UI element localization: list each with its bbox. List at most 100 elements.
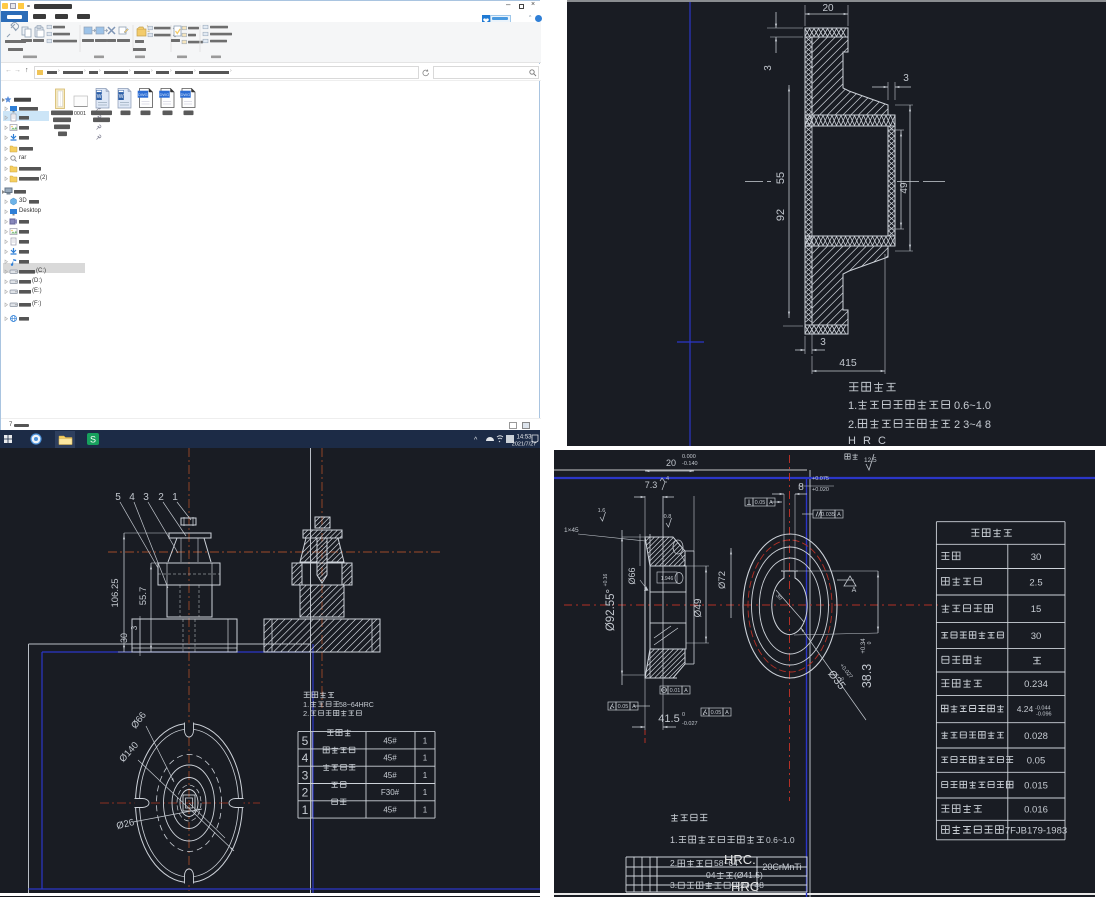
svg-text:A: A: [769, 500, 773, 506]
svg-text:58~64HRC: 58~64HRC: [339, 702, 374, 709]
svg-text:1: 1: [423, 771, 428, 780]
svg-text:15: 15: [1031, 604, 1042, 615]
svg-text:3: 3: [763, 65, 774, 71]
svg-text:A: A: [684, 688, 688, 694]
svg-text:W: W: [97, 94, 102, 100]
svg-text:0.6~1.0: 0.6~1.0: [954, 400, 991, 412]
svg-text:0.028: 0.028: [1024, 731, 1048, 742]
svg-text:^: ^: [474, 437, 478, 444]
svg-text:-0.140: -0.140: [682, 461, 698, 467]
svg-text:2: 2: [302, 786, 309, 800]
svg-text:HRC: HRC: [731, 879, 759, 894]
svg-text:0: 0: [682, 712, 685, 718]
svg-text:+0.34: +0.34: [861, 638, 867, 654]
svg-text:0001: 0001: [74, 111, 86, 117]
svg-text:41.5: 41.5: [658, 713, 679, 725]
svg-text:2.5: 2.5: [1029, 577, 1042, 588]
svg-text:Ø72: Ø72: [717, 571, 728, 589]
svg-text:20: 20: [822, 3, 834, 14]
svg-text:3: 3: [130, 625, 139, 630]
svg-text:5: 5: [115, 492, 121, 503]
svg-text:0.035: 0.035: [821, 512, 835, 518]
svg-text:A: A: [852, 587, 857, 594]
svg-text:W: W: [119, 94, 124, 100]
svg-text:4: 4: [129, 492, 135, 503]
svg-text:DWG: DWG: [160, 92, 170, 97]
svg-text:4: 4: [302, 751, 309, 765]
svg-text:106.25: 106.25: [110, 578, 121, 607]
svg-text:Ø92.55°: Ø92.55°: [605, 589, 617, 631]
svg-text:20: 20: [666, 458, 676, 468]
svg-text:30: 30: [1031, 552, 1042, 563]
svg-text:H R C: H R C: [848, 435, 888, 446]
svg-text:12.5: 12.5: [864, 457, 877, 464]
svg-text:1.: 1.: [670, 835, 678, 845]
svg-text:HRC.: HRC.: [724, 852, 756, 867]
svg-text:1.: 1.: [848, 400, 857, 412]
svg-text:7.3: 7.3: [645, 480, 658, 490]
svg-text:2 3~4 8: 2 3~4 8: [954, 419, 991, 431]
svg-text:+0.075: +0.075: [812, 476, 829, 482]
svg-text:-0.027: -0.027: [682, 721, 698, 727]
svg-text:1: 1: [423, 754, 428, 763]
svg-text:1.946: 1.946: [661, 576, 674, 582]
svg-text:0.000: 0.000: [682, 454, 696, 460]
svg-text:0.05: 0.05: [711, 710, 722, 716]
svg-text:1: 1: [172, 492, 178, 503]
svg-text:0.234: 0.234: [1024, 679, 1048, 690]
svg-text:3: 3: [302, 768, 309, 782]
svg-text:4.24: 4.24: [1017, 704, 1034, 714]
svg-text:3: 3: [903, 73, 909, 84]
svg-text:3.: 3.: [670, 880, 677, 890]
svg-text:4: 4: [666, 476, 669, 482]
svg-text:0: 0: [867, 641, 873, 644]
svg-text:45#: 45#: [383, 736, 397, 745]
svg-text:0.8: 0.8: [664, 514, 672, 520]
svg-text:1×45: 1×45: [564, 527, 579, 534]
svg-text:30: 30: [1031, 631, 1042, 642]
svg-text:A: A: [837, 512, 841, 518]
svg-text:49: 49: [899, 182, 910, 194]
svg-text:0.015: 0.015: [1024, 781, 1048, 792]
svg-text:38.3: 38.3: [860, 664, 874, 688]
svg-text:0.05: 0.05: [1027, 756, 1046, 767]
svg-text:1.: 1.: [303, 700, 309, 709]
svg-text:1: 1: [302, 803, 309, 817]
svg-text:A: A: [725, 710, 729, 716]
svg-text:45#: 45#: [383, 805, 397, 814]
svg-text:DWG: DWG: [181, 92, 191, 97]
svg-text:3: 3: [143, 492, 149, 503]
svg-text:S: S: [90, 435, 96, 445]
svg-text:14:53: 14:53: [516, 435, 532, 441]
svg-text:92: 92: [775, 209, 787, 221]
svg-text:04: 04: [706, 870, 716, 880]
svg-text:3: 3: [820, 337, 826, 348]
svg-text:5: 5: [302, 734, 309, 748]
svg-text:30: 30: [119, 633, 129, 643]
svg-text:415: 415: [839, 357, 857, 369]
svg-text:2.: 2.: [303, 709, 309, 718]
svg-text:0.05: 0.05: [755, 500, 766, 506]
svg-text:-0.096: -0.096: [1036, 712, 1052, 718]
svg-text:1: 1: [423, 736, 428, 745]
svg-text:F30#: F30#: [381, 788, 400, 797]
svg-text:2.: 2.: [670, 858, 677, 868]
svg-text:2021/7/27: 2021/7/27: [512, 442, 536, 448]
svg-text:55.7: 55.7: [138, 587, 149, 606]
svg-text:1: 1: [423, 788, 428, 797]
svg-text:0.05: 0.05: [618, 704, 629, 710]
svg-text:Ø49: Ø49: [693, 598, 704, 617]
svg-text:+0.020: +0.020: [812, 487, 829, 493]
svg-text:8: 8: [798, 482, 804, 493]
svg-text:0.01: 0.01: [670, 688, 681, 694]
svg-text:20CrMnTi: 20CrMnTi: [762, 862, 801, 872]
svg-text:2.: 2.: [848, 419, 857, 431]
svg-text:45#: 45#: [383, 754, 397, 763]
svg-text:0.016: 0.016: [1024, 805, 1048, 816]
svg-text:2: 2: [158, 492, 164, 503]
svg-text:7FJB179-1983: 7FJB179-1983: [1005, 826, 1067, 837]
svg-text:A: A: [632, 704, 636, 710]
svg-text:0.6~1.0: 0.6~1.0: [766, 835, 795, 845]
svg-text:45#: 45#: [383, 771, 397, 780]
svg-text:1.6: 1.6: [598, 508, 606, 514]
